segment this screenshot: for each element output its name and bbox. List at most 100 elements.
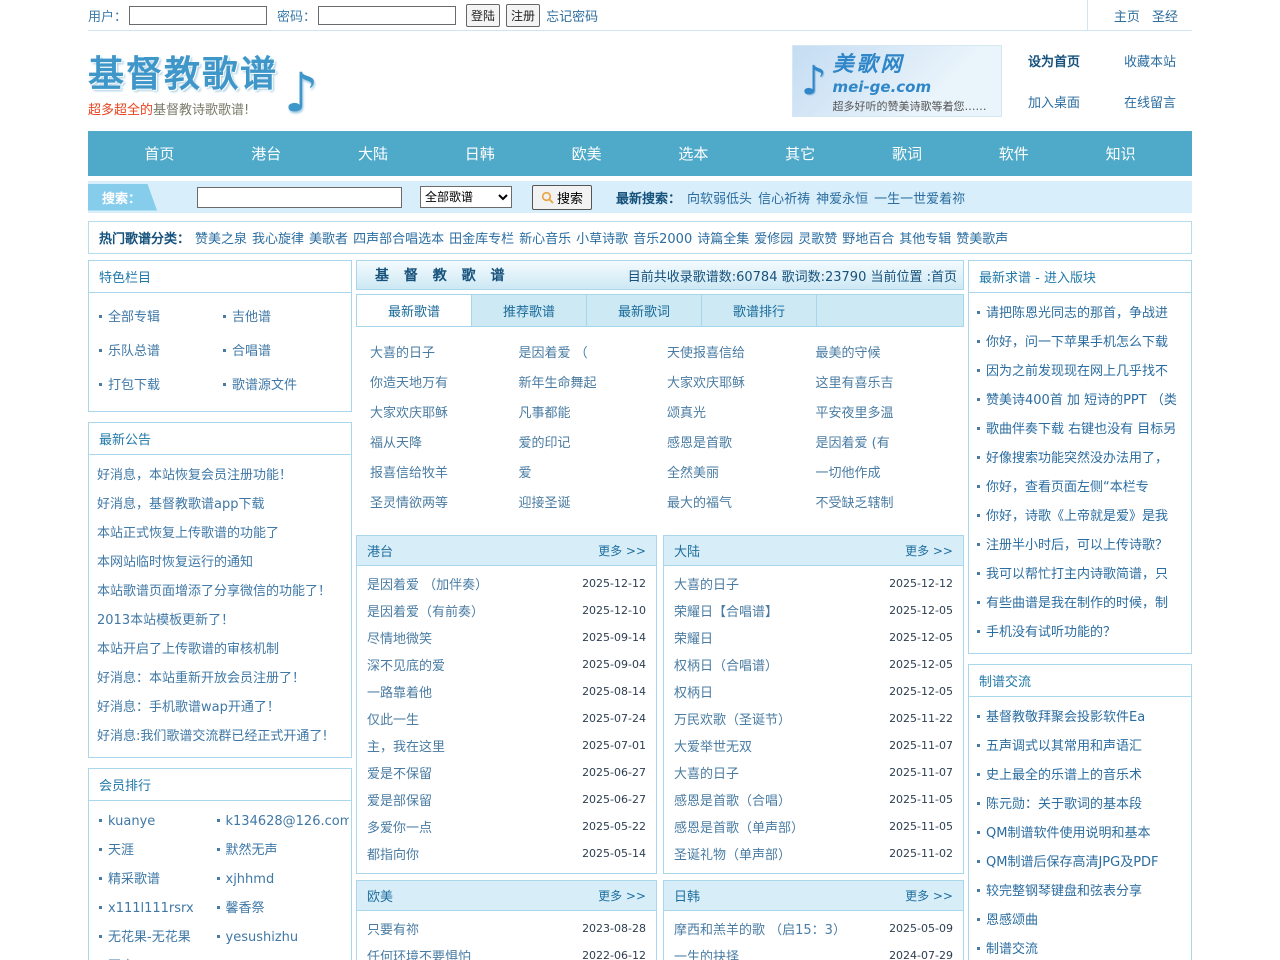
request-link[interactable]: 我可以帮忙打主内诗歌简谱，只 bbox=[986, 567, 1168, 582]
song-link[interactable]: 天使报喜信给 bbox=[667, 346, 745, 361]
announcement-link[interactable]: 好消息：手机歌谱wap开通了！ bbox=[97, 700, 280, 715]
song-link[interactable]: 任何环境不要惧怕 bbox=[367, 946, 471, 960]
request-link[interactable]: 赞美诗400首 加 短诗的PPT （类 bbox=[986, 393, 1177, 408]
search-input[interactable] bbox=[197, 187, 402, 208]
category-link[interactable]: 新心音乐 bbox=[519, 232, 571, 247]
register-button[interactable]: 注册 bbox=[506, 4, 540, 27]
song-link[interactable]: 感恩是首歌（单声部） bbox=[674, 817, 804, 836]
more-link[interactable]: 更多 >> bbox=[598, 542, 646, 559]
song-link[interactable]: 是因着爱（有前奏） bbox=[367, 601, 484, 620]
nav-item[interactable]: 选本 bbox=[678, 143, 708, 164]
tab-latest-lyrics[interactable]: 最新歌词 bbox=[587, 295, 702, 326]
song-link[interactable]: 不受缺乏辖制 bbox=[816, 496, 894, 511]
song-link[interactable]: 这里有喜乐吉 bbox=[816, 376, 894, 391]
song-link[interactable]: 摩西和羔羊的歌 （启15：3） bbox=[674, 919, 846, 938]
category-link[interactable]: 田金库专栏 bbox=[449, 232, 514, 247]
nav-item[interactable]: 知识 bbox=[1106, 143, 1136, 164]
search-category-select[interactable]: 全部歌谱 bbox=[420, 186, 512, 208]
song-link[interactable]: 荣耀日【合唱谱】 bbox=[674, 601, 778, 620]
exchange-link[interactable]: 史上最全的乐谱上的音乐术 bbox=[986, 768, 1142, 783]
member-link[interactable]: 天涯 bbox=[108, 843, 134, 858]
announcement-link[interactable]: 本站正式恢复上传歌谱的功能了 bbox=[97, 526, 279, 541]
song-link[interactable]: 感恩是首歌（合唱） bbox=[674, 790, 791, 809]
song-link[interactable]: 你造天地万有 bbox=[370, 376, 448, 391]
category-link[interactable]: 音乐2000 bbox=[633, 232, 692, 247]
category-link[interactable]: 小草诗歌 bbox=[576, 232, 628, 247]
member-link[interactable]: xjhhmd bbox=[226, 872, 275, 887]
nav-item[interactable]: 港台 bbox=[251, 143, 281, 164]
home-page-link[interactable]: 主页 bbox=[1114, 10, 1140, 25]
song-link[interactable]: 最大的福气 bbox=[667, 496, 732, 511]
request-link[interactable]: 你好，查看页面左侧“本栏专 bbox=[986, 480, 1149, 495]
song-link[interactable]: 凡事都能 bbox=[519, 406, 571, 421]
nav-item[interactable]: 欧美 bbox=[572, 143, 602, 164]
logo[interactable]: 基督教歌谱 超多超全的基督教诗歌歌谱! ♪ bbox=[88, 45, 318, 118]
song-link[interactable]: 万民欢歌（圣诞节） bbox=[674, 709, 791, 728]
request-link[interactable]: 歌曲伴奏下载 右键也没有 目标另 bbox=[986, 422, 1176, 437]
song-link[interactable]: 最美的守候 bbox=[816, 346, 881, 361]
set-home-link[interactable]: 设为首页 bbox=[1028, 51, 1080, 70]
song-link[interactable]: 大爱举世无双 bbox=[674, 736, 752, 755]
member-link[interactable]: x111l111rsrx bbox=[108, 901, 194, 916]
member-link[interactable]: kuanye bbox=[108, 814, 155, 829]
category-link[interactable]: 美歌者 bbox=[309, 232, 348, 247]
song-link[interactable]: 多爱你一点 bbox=[367, 817, 432, 836]
category-link[interactable]: 赞美之泉 bbox=[195, 232, 247, 247]
exchange-link[interactable]: QM制谱后保存高清JPG及PDF bbox=[986, 855, 1159, 870]
password-field[interactable] bbox=[318, 6, 456, 25]
song-link[interactable]: 权柄日（合唱谱） bbox=[674, 655, 778, 674]
nav-item[interactable]: 软件 bbox=[999, 143, 1029, 164]
request-link[interactable]: 因为之前发现现在网上几乎找不 bbox=[986, 364, 1168, 379]
announcement-link[interactable]: 好消息，基督教歌谱app下载 bbox=[97, 497, 264, 512]
exchange-link[interactable]: 较完整钢琴键盘和弦表分享 bbox=[986, 884, 1142, 899]
member-link[interactable]: 精采歌谱 bbox=[108, 872, 160, 887]
category-link[interactable]: 其他专辑 bbox=[899, 232, 951, 247]
announcement-link[interactable]: 本站开启了上传歌谱的审核机制 bbox=[97, 642, 279, 657]
more-link[interactable]: 更多 >> bbox=[598, 887, 646, 904]
forgot-password-link[interactable]: 忘记密码 bbox=[546, 6, 598, 25]
request-link[interactable]: 你好，问一下苹果手机怎么下载 bbox=[986, 335, 1168, 350]
song-link[interactable]: 荣耀日 bbox=[674, 628, 713, 647]
song-link[interactable]: 爱是不保留 bbox=[367, 763, 432, 782]
song-link[interactable]: 全然美丽 bbox=[667, 466, 719, 481]
latest-search-term[interactable]: 向软弱低头 bbox=[687, 192, 752, 207]
song-link[interactable]: 都指向你 bbox=[367, 844, 419, 863]
song-link[interactable]: 仅此一生 bbox=[367, 709, 419, 728]
exchange-link[interactable]: 基督教敬拜聚会投影软件Ea bbox=[986, 710, 1145, 725]
song-link[interactable]: 平安夜里多温 bbox=[816, 406, 894, 421]
song-link[interactable]: 一生的抉择 bbox=[674, 946, 739, 960]
exchange-link[interactable]: 制谱交流 bbox=[986, 942, 1038, 957]
song-link[interactable]: 圣诞礼物（单声部） bbox=[674, 844, 791, 863]
song-link[interactable]: 爱的印记 bbox=[519, 436, 571, 451]
announcement-link[interactable]: 本站歌谱页面增添了分享微信的功能了！ bbox=[97, 584, 331, 599]
category-link[interactable]: 诗篇全集 bbox=[697, 232, 749, 247]
member-link[interactable]: 馨香祭 bbox=[226, 901, 265, 916]
featured-link[interactable]: 乐队总谱 bbox=[108, 344, 160, 359]
song-link[interactable]: 大家欢庆耶稣 bbox=[370, 406, 448, 421]
tab-recommended-scores[interactable]: 推荐歌谱 bbox=[472, 295, 587, 326]
more-link[interactable]: 更多 >> bbox=[905, 542, 953, 559]
category-link[interactable]: 野地百合 bbox=[842, 232, 894, 247]
exchange-link[interactable]: QM制谱软件使用说明和基本 bbox=[986, 826, 1150, 841]
member-link[interactable]: 默然无声 bbox=[226, 843, 278, 858]
song-link[interactable]: 报喜信给牧羊 bbox=[370, 466, 448, 481]
exchange-link[interactable]: 陈元勋：关于歌词的基本段 bbox=[986, 797, 1142, 812]
breadcrumb-home-link[interactable]: 首页 bbox=[931, 270, 957, 285]
latest-search-term[interactable]: 信心祈祷 bbox=[758, 192, 810, 207]
song-link[interactable]: 是因着爱 （ bbox=[519, 346, 588, 361]
song-link[interactable]: 只要有祢 bbox=[367, 919, 419, 938]
nav-item[interactable]: 大陆 bbox=[358, 143, 388, 164]
category-link[interactable]: 四声部合唱选本 bbox=[353, 232, 444, 247]
nav-item[interactable]: 日韩 bbox=[465, 143, 495, 164]
song-link[interactable]: 福从天降 bbox=[370, 436, 422, 451]
song-link[interactable]: 一切他作成 bbox=[816, 466, 881, 481]
song-link[interactable]: 圣灵情欲两等 bbox=[370, 496, 448, 511]
request-link[interactable]: 好像搜索功能突然没办法用了， bbox=[986, 451, 1168, 466]
member-link[interactable]: yesushizhu bbox=[226, 930, 299, 945]
latest-search-term[interactable]: 一生一世爱着祢 bbox=[874, 192, 965, 207]
announcement-link[interactable]: 好消息，本站恢复会员注册功能！ bbox=[97, 468, 292, 483]
meige-banner[interactable]: ♪ 美歌网 mei-ge.com 超多好听的赞美诗歌等着您…… bbox=[792, 45, 1002, 117]
song-link[interactable]: 是因着爱 (有 bbox=[816, 436, 890, 451]
search-button[interactable]: 搜索 bbox=[532, 185, 592, 210]
latest-search-term[interactable]: 神爱永恒 bbox=[816, 192, 868, 207]
